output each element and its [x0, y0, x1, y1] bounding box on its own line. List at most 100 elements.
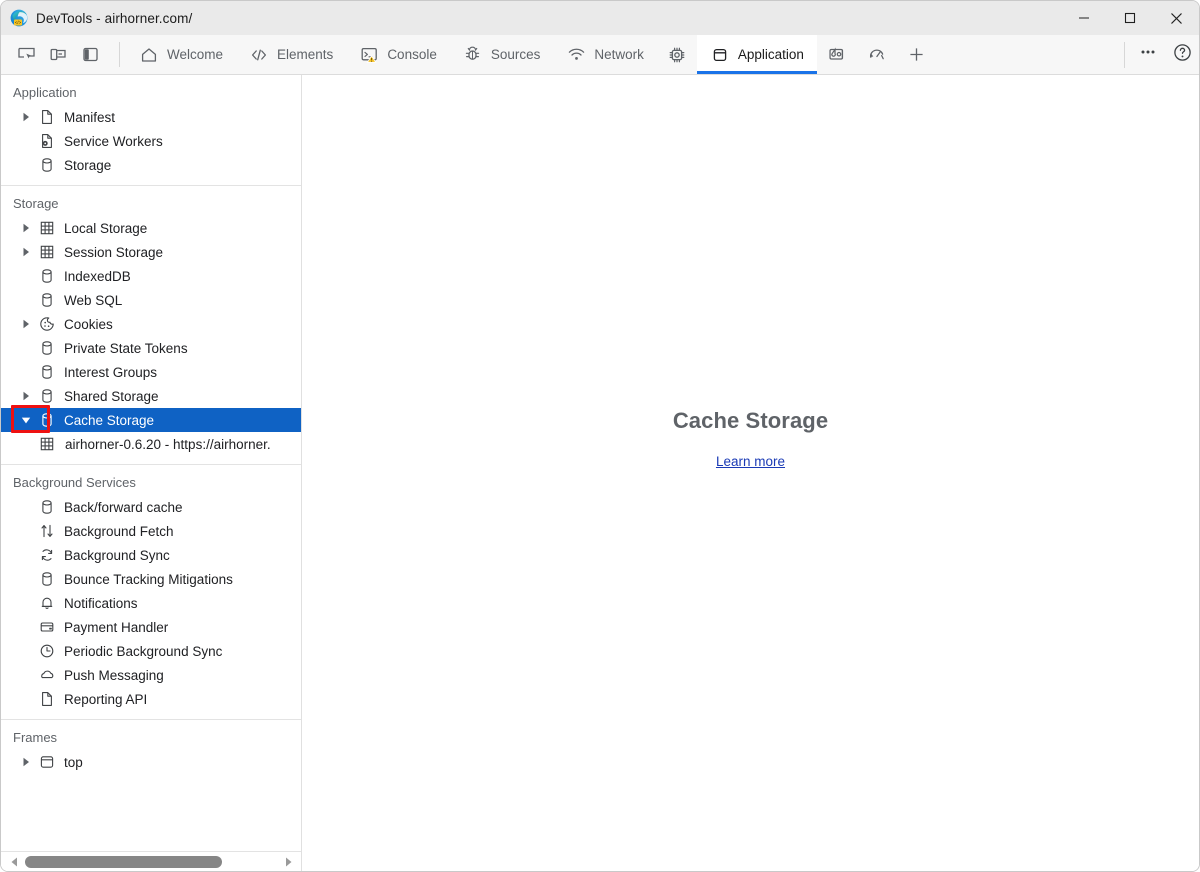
sidebar-item-label: Cache Storage	[64, 413, 154, 428]
service-worker-icon	[37, 129, 57, 153]
twisty-expanded-icon[interactable]	[15, 408, 37, 432]
dock-panel-icon[interactable]	[75, 40, 105, 70]
sidebar-item-back-forward-cache[interactable]: Back/forward cache	[1, 495, 301, 519]
sidebar-item-payment-handler[interactable]: Payment Handler	[1, 615, 301, 639]
sidebar-item-cookies[interactable]: Cookies	[1, 312, 301, 336]
twisty-collapsed-icon[interactable]	[15, 240, 37, 264]
home-icon	[139, 46, 159, 64]
sidebar-item-storage[interactable]: Storage	[1, 153, 301, 177]
table-grid-icon	[37, 240, 57, 264]
svg-text:</>: </>	[15, 20, 22, 25]
scroll-left-arrow-icon[interactable]	[5, 856, 23, 868]
console-prompt-icon	[359, 45, 379, 64]
cpu-chip-icon	[667, 45, 687, 65]
sidebar-item-label: Background Fetch	[64, 524, 174, 539]
sidebar-item-label: airhorner-0.6.20 - https://airhorner.	[65, 437, 271, 452]
bug-icon	[463, 45, 483, 64]
minimize-button[interactable]	[1061, 1, 1107, 35]
code-brackets-icon	[249, 46, 269, 64]
sidebar-item-label: Manifest	[64, 110, 115, 125]
sidebar-item-notifications[interactable]: Notifications	[1, 591, 301, 615]
sidebar-item-label: Notifications	[64, 596, 138, 611]
cloud-icon	[37, 663, 57, 687]
tab-welcome[interactable]: Welcome	[126, 35, 236, 74]
sidebar-item-indexeddb[interactable]: IndexedDB	[1, 264, 301, 288]
sidebar-section: ApplicationManifestService WorkersStorag…	[1, 75, 301, 186]
scrollbar-thumb[interactable]	[25, 856, 222, 868]
tab-color-picker[interactable]	[817, 35, 857, 74]
twisty-collapsed-icon[interactable]	[15, 105, 37, 129]
scroll-right-arrow-icon[interactable]	[279, 856, 297, 868]
twisty-collapsed-icon[interactable]	[15, 750, 37, 774]
tab-label: Console	[387, 47, 437, 62]
sidebar-item-label: Cookies	[64, 317, 113, 332]
sidebar-item-top[interactable]: top	[1, 750, 301, 774]
sidebar-item-label: Periodic Background Sync	[64, 644, 222, 659]
sidebar-item-label: Reporting API	[64, 692, 147, 707]
sidebar-item-web-sql[interactable]: Web SQL	[1, 288, 301, 312]
sidebar-item-reporting-api[interactable]: Reporting API	[1, 687, 301, 711]
tab-performance-insights[interactable]	[657, 35, 697, 74]
storage-cylinder-icon	[37, 264, 57, 288]
sidebar-item-manifest[interactable]: Manifest	[1, 105, 301, 129]
twisty-placeholder	[15, 129, 37, 153]
sidebar-item-background-sync[interactable]: Background Sync	[1, 543, 301, 567]
cookie-icon	[37, 312, 57, 336]
maximize-button[interactable]	[1107, 1, 1153, 35]
tab-sources[interactable]: Sources	[450, 35, 554, 74]
twisty-collapsed-icon[interactable]	[15, 216, 37, 240]
sidebar-item-shared-storage[interactable]: Shared Storage	[1, 384, 301, 408]
twisty-placeholder	[15, 519, 37, 543]
section-title: Storage	[1, 194, 301, 216]
scrollbar-track[interactable]	[25, 856, 277, 868]
main-panel: Cache Storage Learn more	[302, 75, 1199, 871]
sidebar-tree[interactable]: ApplicationManifestService WorkersStorag…	[1, 75, 301, 851]
sidebar-item-session-storage[interactable]: Session Storage	[1, 240, 301, 264]
table-grid-icon	[37, 216, 57, 240]
tab-application[interactable]: Application	[697, 35, 817, 74]
learn-more-link[interactable]: Learn more	[716, 454, 785, 469]
add-panel-button[interactable]	[897, 35, 937, 74]
inspect-cursor-icon[interactable]	[11, 40, 41, 70]
sidebar-item-periodic-background-sync[interactable]: Periodic Background Sync	[1, 639, 301, 663]
tab-console[interactable]: Console	[346, 35, 450, 74]
toolbar-divider	[119, 42, 120, 67]
storage-cylinder-icon	[37, 153, 57, 177]
sidebar-item-push-messaging[interactable]: Push Messaging	[1, 663, 301, 687]
sidebar-item-label: Private State Tokens	[64, 341, 188, 356]
sidebar-item-background-fetch[interactable]: Background Fetch	[1, 519, 301, 543]
close-button[interactable]	[1153, 1, 1199, 35]
document-icon	[37, 687, 57, 711]
sidebar-item-service-workers[interactable]: Service Workers	[1, 129, 301, 153]
help-button[interactable]	[1165, 38, 1199, 72]
sidebar-item-interest-groups[interactable]: Interest Groups	[1, 360, 301, 384]
more-tools-button[interactable]	[1131, 38, 1165, 72]
twisty-placeholder	[15, 153, 37, 177]
tab-elements[interactable]: Elements	[236, 35, 346, 74]
sidebar-item-label: top	[64, 755, 83, 770]
twisty-placeholder	[15, 264, 37, 288]
twisty-placeholder	[15, 360, 37, 384]
wifi-icon	[566, 45, 586, 64]
twisty-collapsed-icon[interactable]	[15, 312, 37, 336]
sidebar-item-airhorner-0-6-20-https-airhorner[interactable]: airhorner-0.6.20 - https://airhorner.	[1, 432, 301, 456]
toolbar-right	[1118, 35, 1199, 74]
sidebar-item-label: Background Sync	[64, 548, 170, 563]
storage-cylinder-icon	[37, 408, 57, 432]
sidebar-item-label: Web SQL	[64, 293, 122, 308]
sidebar-horizontal-scrollbar[interactable]	[1, 851, 301, 871]
twisty-placeholder	[15, 567, 37, 591]
page-title: Cache Storage	[673, 408, 828, 434]
sidebar-item-label: Interest Groups	[64, 365, 157, 380]
sidebar-item-bounce-tracking-mitigations[interactable]: Bounce Tracking Mitigations	[1, 567, 301, 591]
device-toggle-icon[interactable]	[43, 40, 73, 70]
tab-performance[interactable]	[857, 35, 897, 74]
sidebar-item-private-state-tokens[interactable]: Private State Tokens	[1, 336, 301, 360]
sidebar-item-local-storage[interactable]: Local Storage	[1, 216, 301, 240]
tab-label: Application	[738, 47, 804, 62]
tab-label: Elements	[277, 47, 333, 62]
twisty-collapsed-icon[interactable]	[15, 384, 37, 408]
tab-network[interactable]: Network	[553, 35, 657, 74]
sidebar-item-cache-storage[interactable]: Cache Storage	[1, 408, 301, 432]
application-sidebar: ApplicationManifestService WorkersStorag…	[1, 75, 302, 871]
